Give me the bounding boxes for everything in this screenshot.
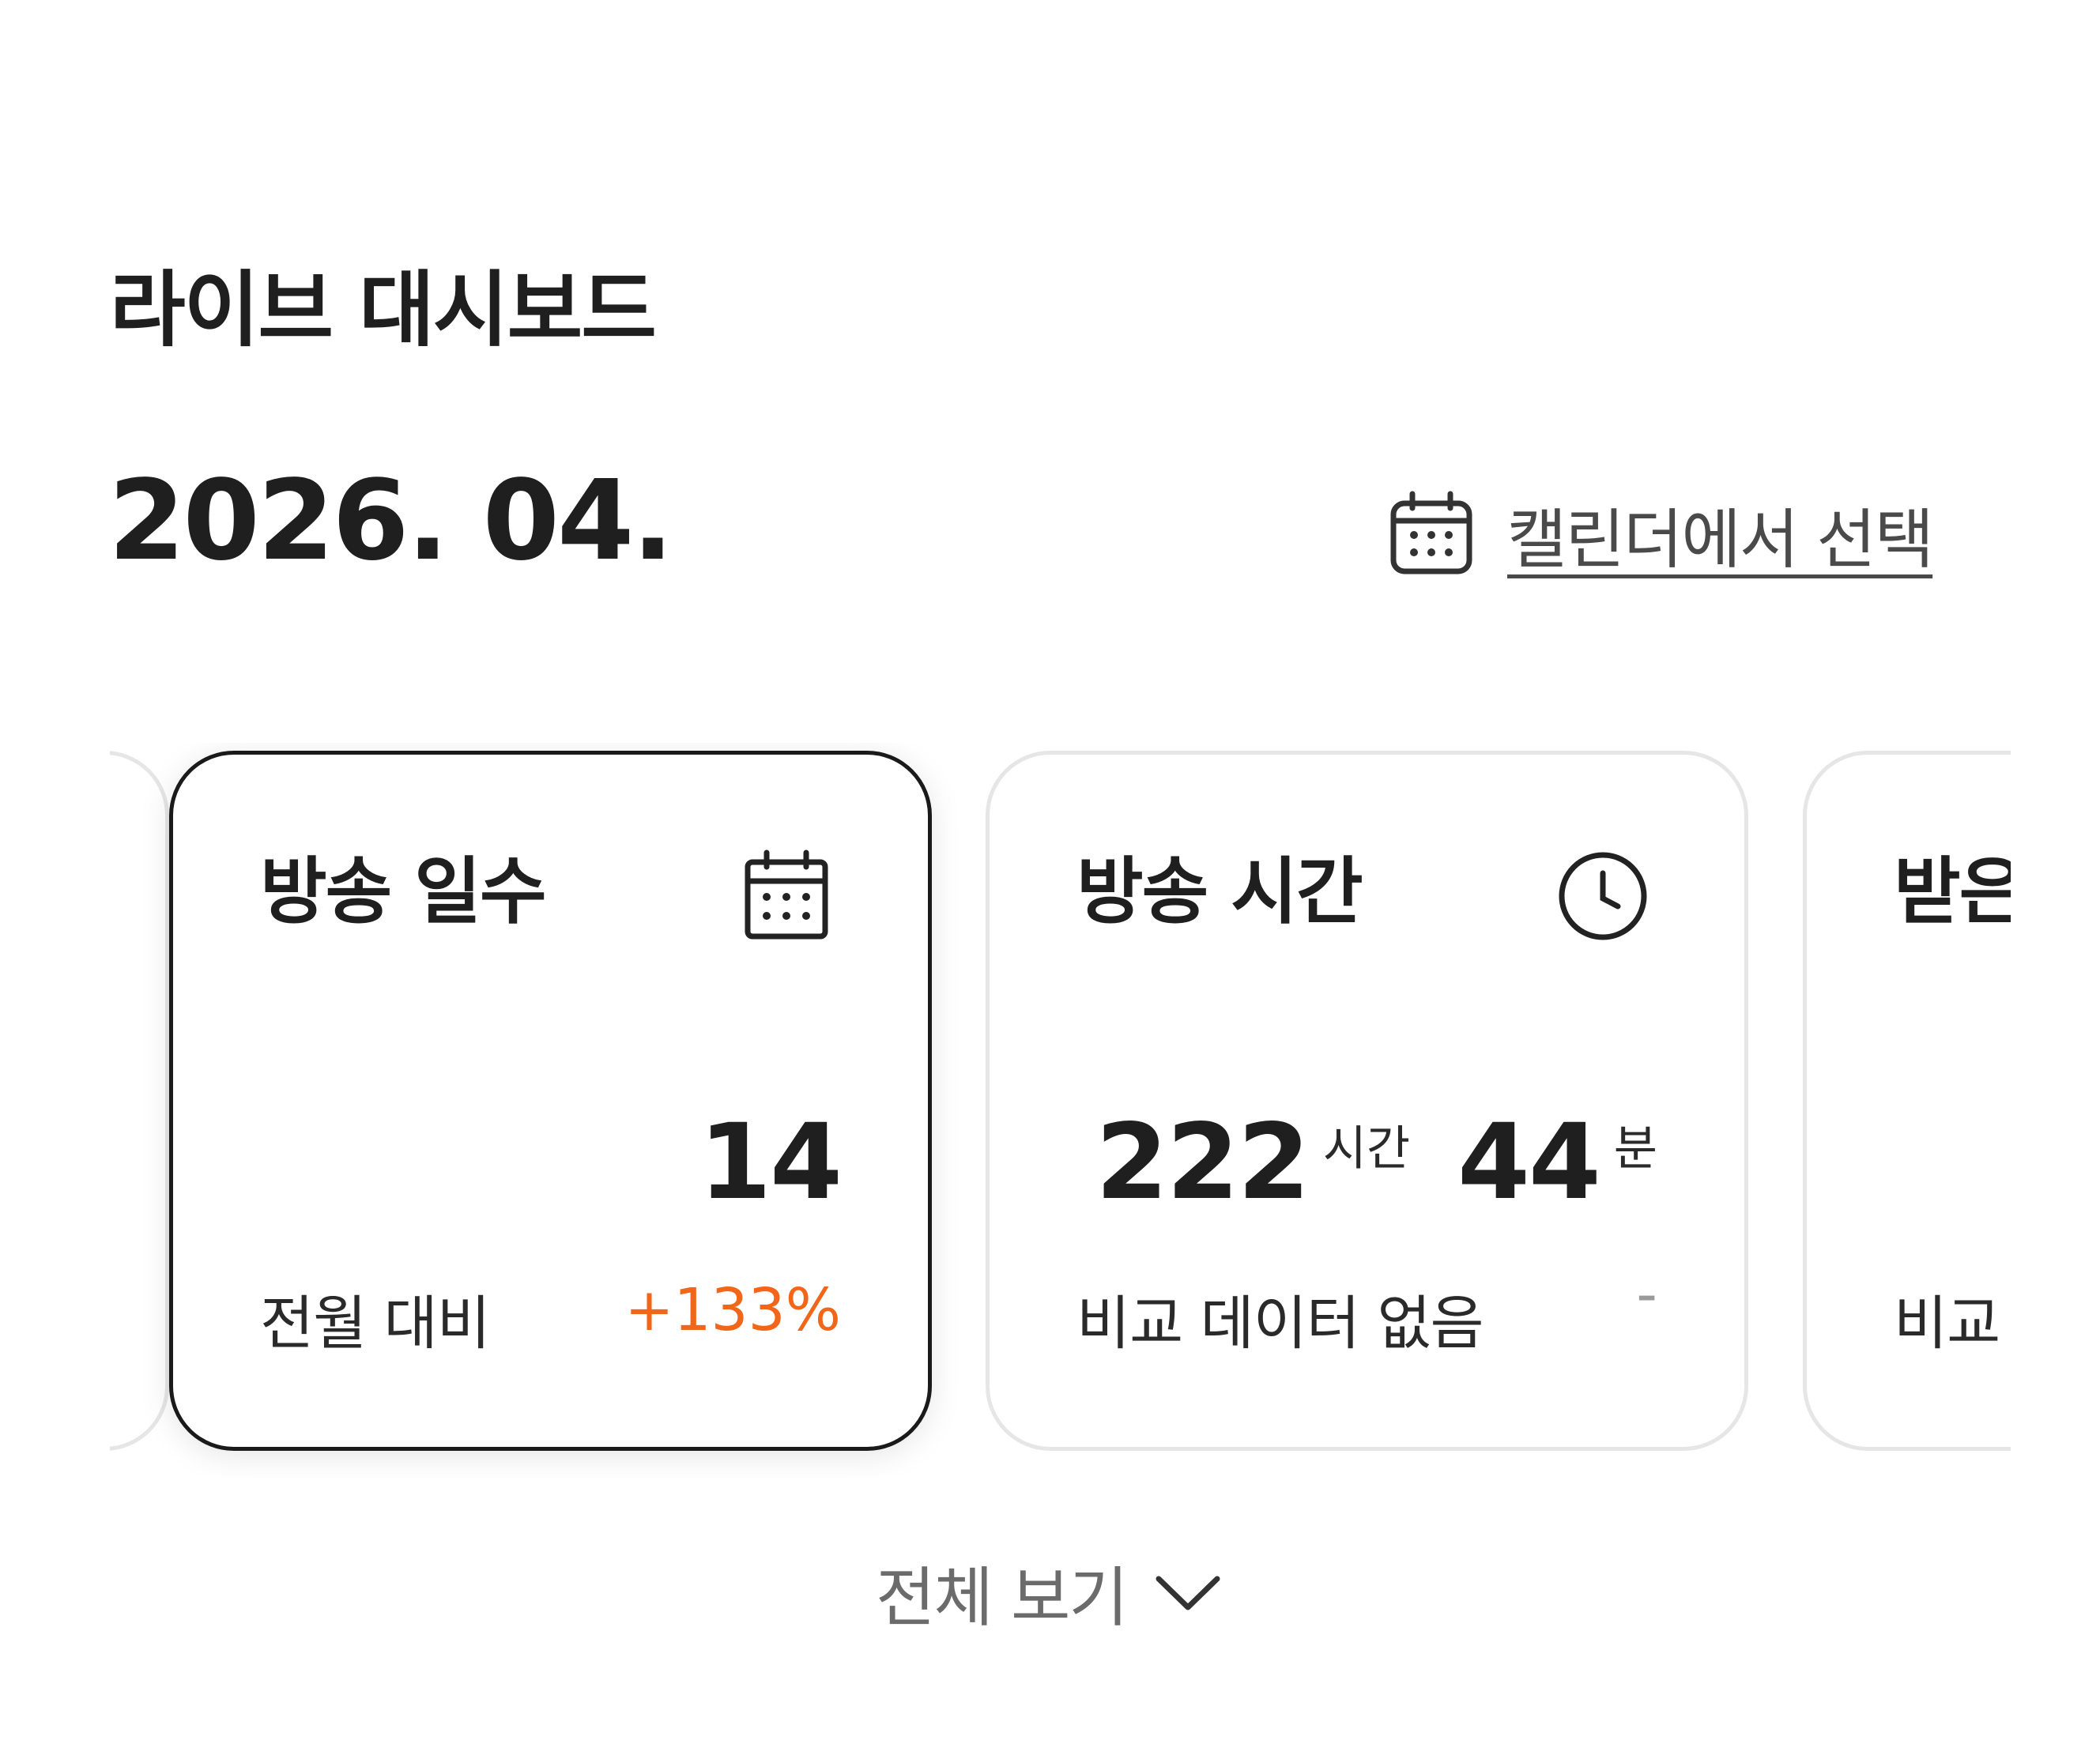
card-title: 받은 [1894, 849, 2011, 934]
compare-label: 비교 [1894, 1290, 2000, 1358]
see-all-button[interactable]: 전체 보기 [876, 1545, 1222, 1639]
stat-card-broadcast-days[interactable]: 방송 일수 14 전월 대비 +133% [169, 751, 932, 1451]
minutes-unit: 분 [1613, 1121, 1657, 1177]
compare-label: 전월 대비 [260, 1290, 491, 1358]
calendar-icon [740, 849, 833, 943]
minutes-value: 44 [1457, 1102, 1601, 1223]
calendar-icon [1387, 489, 1476, 578]
month-label: 2026. 04. [108, 457, 674, 586]
compare-value: - [1636, 1260, 1657, 1328]
calendar-select-label: 캘린더에서 선택 [1507, 502, 1934, 578]
calendar-select-button[interactable]: 캘린더에서 선택 [1387, 486, 1934, 581]
stats-carousel[interactable]: 방송 일수 14 전월 대비 +133% 방송 시간 222 시간 44 분 비… [110, 743, 2011, 1478]
broadcast-days-value: 14 [699, 1102, 843, 1223]
hours-unit: 시간 [1322, 1121, 1411, 1177]
chevron-down-icon [1154, 1573, 1222, 1612]
card-value: 14 [699, 1102, 843, 1223]
card-title: 방송 시간 [1076, 849, 1363, 934]
card-value: 222 시간 44 분 [1095, 1110, 1657, 1215]
hours-value: 222 [1095, 1102, 1310, 1223]
page-title: 라이브 대시보드 [110, 262, 657, 358]
stat-card-partial[interactable]: 받은 비교 [1803, 751, 2011, 1451]
compare-value: +133% [624, 1276, 841, 1344]
clock-icon [1556, 849, 1649, 943]
stat-card-previous[interactable] [110, 751, 169, 1451]
stat-card-broadcast-time[interactable]: 방송 시간 222 시간 44 분 비교 데이터 없음 - [986, 751, 1748, 1451]
compare-label: 비교 데이터 없음 [1076, 1290, 1484, 1358]
see-all-label: 전체 보기 [876, 1561, 1129, 1636]
card-title: 방송 일수 [260, 849, 547, 934]
